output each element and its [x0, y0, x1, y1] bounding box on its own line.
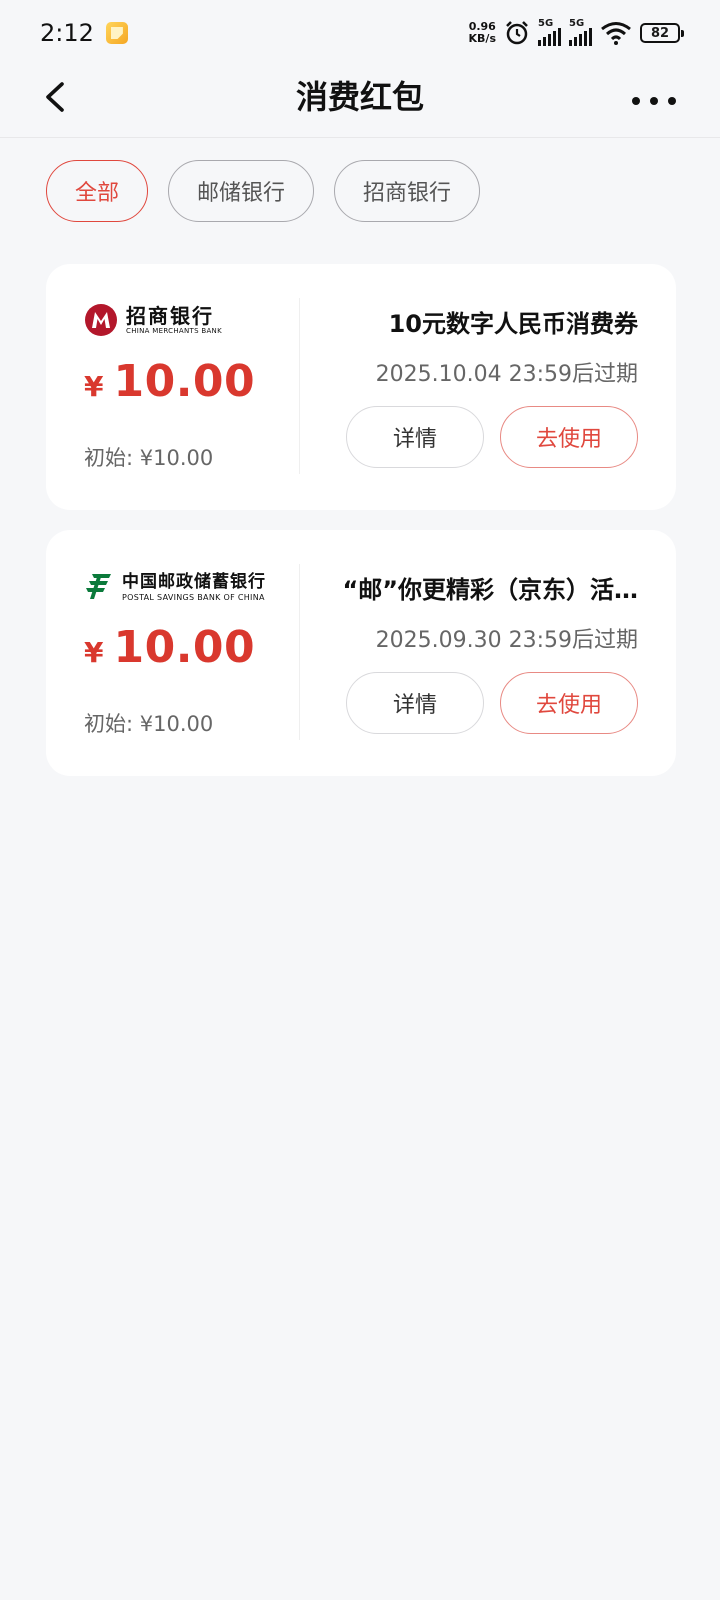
cell-signal-1-icon: 5G: [538, 18, 561, 46]
coupon-left: 中国邮政储蓄银行 POSTAL SAVINGS BANK OF CHINA ¥ …: [84, 530, 294, 776]
cmb-logo-icon: [85, 304, 117, 336]
filter-chips: 全部 邮储银行 招商银行: [46, 160, 481, 222]
cell-signal-2-icon: 5G: [569, 18, 592, 46]
coupon-title: “邮”你更精彩（京东）活…: [342, 576, 638, 604]
coupon-amount: ¥ 10.00: [84, 622, 255, 673]
more-dot-icon: [668, 97, 676, 105]
coupon-expiry: 2025.10.04 23:59后过期: [375, 362, 638, 387]
detail-button[interactable]: 详情: [346, 406, 484, 468]
psbc-logo-icon: [86, 574, 111, 599]
network-speed: 0.96 KB/s: [469, 21, 496, 45]
divider: [299, 564, 300, 740]
more-dot-icon: [632, 97, 640, 105]
network-speed-unit: KB/s: [468, 32, 496, 45]
coupon-amount: ¥ 10.00: [84, 356, 255, 407]
divider: [299, 298, 300, 474]
filter-chip-all[interactable]: 全部: [46, 160, 149, 222]
alarm-icon: [506, 21, 528, 45]
filter-chip-cmb[interactable]: 招商银行: [334, 160, 481, 222]
battery-icon: 82: [640, 23, 684, 43]
use-button[interactable]: 去使用: [500, 406, 638, 468]
network-type-2: 5G: [569, 18, 585, 29]
bank-name-cn: 中国邮政储蓄银行: [122, 571, 266, 592]
battery-level: 82: [650, 25, 670, 41]
coupon-card[interactable]: 中国邮政储蓄银行 POSTAL SAVINGS BANK OF CHINA ¥ …: [46, 530, 676, 776]
bank-logo-psbc: 中国邮政储蓄银行 POSTAL SAVINGS BANK OF CHINA: [84, 566, 266, 606]
wifi-icon: [601, 22, 631, 45]
bank-logo-cmb: 招商银行 CHINA MERCHANTS BANK: [84, 300, 222, 340]
bank-name-cn: 招商银行: [126, 303, 214, 328]
currency-symbol: ¥: [84, 370, 104, 403]
network-type-1: 5G: [538, 18, 554, 29]
use-button[interactable]: 去使用: [500, 672, 638, 734]
coupon-expiry: 2025.09.30 23:59后过期: [375, 628, 638, 653]
status-bar: 2:12 0.96 KB/s 5G 5G 82: [0, 0, 720, 66]
currency-symbol: ¥: [84, 636, 104, 669]
amount-value: 10.00: [113, 356, 256, 407]
more-button[interactable]: [632, 88, 676, 114]
initial-amount: 初始: ¥10.00: [84, 446, 214, 470]
filter-chip-psbc[interactable]: 邮储银行: [168, 160, 315, 222]
initial-amount: 初始: ¥10.00: [84, 712, 214, 736]
coupon-right: “邮”你更精彩（京东）活… 2025.09.30 23:59后过期 详情 去使用: [326, 530, 638, 776]
coupon-card[interactable]: 招商银行 CHINA MERCHANTS BANK ¥ 10.00 初始: ¥1…: [46, 264, 676, 510]
coupon-right: 10元数字人民币消费券 2025.10.04 23:59后过期 详情 去使用: [326, 264, 638, 510]
coupon-left: 招商银行 CHINA MERCHANTS BANK ¥ 10.00 初始: ¥1…: [84, 264, 294, 510]
coupon-actions: 详情 去使用: [346, 406, 638, 468]
bank-name-en: POSTAL SAVINGS BANK OF CHINA: [122, 592, 265, 602]
amount-value: 10.00: [113, 622, 256, 673]
notification-app-icon: [105, 22, 128, 44]
coupon-title: 10元数字人民币消费券: [388, 310, 638, 338]
status-icons: 0.96 KB/s 5G 5G 82: [469, 18, 684, 46]
page-title: 消费红包: [295, 78, 424, 116]
coupon-actions: 详情 去使用: [346, 672, 638, 734]
status-time: 2:12: [40, 19, 94, 47]
more-dot-icon: [650, 97, 658, 105]
bank-name-en: CHINA MERCHANTS BANK: [126, 326, 222, 335]
detail-button[interactable]: 详情: [346, 672, 484, 734]
nav-bar: 消费红包: [0, 66, 720, 138]
